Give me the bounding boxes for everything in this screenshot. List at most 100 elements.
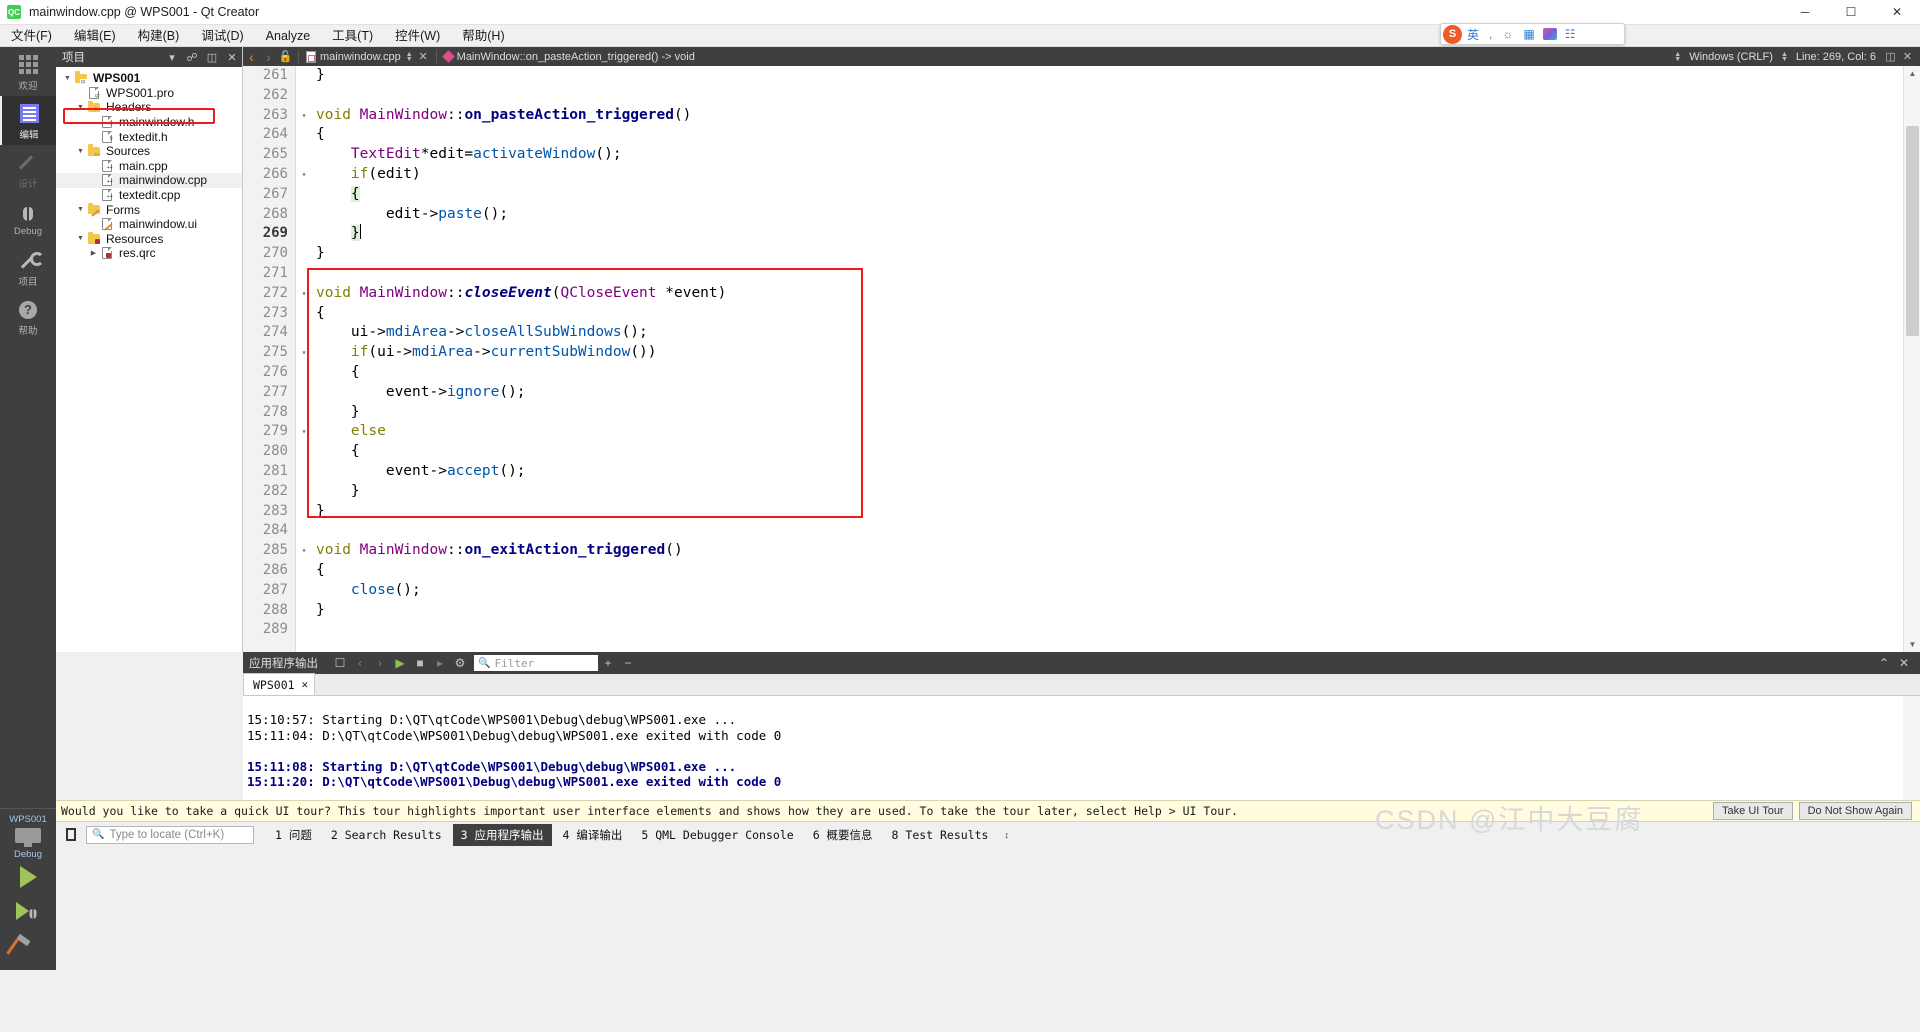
tree-item-textedit-cpp[interactable]: ++ textedit.cpp	[56, 188, 242, 203]
menu-build[interactable]: 构建(B)	[127, 26, 191, 46]
status-tab-8[interactable]: 8 Test Results	[884, 825, 997, 845]
menu-analyze[interactable]: Analyze	[255, 26, 321, 46]
unlock-icon[interactable]: 🔓	[277, 50, 294, 63]
code-line[interactable]: {	[311, 185, 1903, 205]
remove-filter-button[interactable]: −	[618, 656, 638, 670]
close-icon[interactable]: ✕	[295, 678, 309, 691]
code-line[interactable]: }	[311, 482, 1903, 502]
menu-help[interactable]: 帮助(H)	[451, 26, 515, 46]
chevron-down-icon[interactable]: ▼	[75, 235, 86, 242]
nav-forward-button[interactable]: ›	[260, 49, 277, 65]
take-ui-tour-button[interactable]: Take UI Tour	[1713, 802, 1793, 820]
output-tab-expander[interactable]: ↕	[996, 830, 1017, 840]
next-item-icon[interactable]: ›	[370, 656, 390, 670]
ime-mode-label[interactable]: 英	[1462, 26, 1484, 43]
comma-icon[interactable]: ,	[1484, 27, 1497, 41]
code-line[interactable]: edit->paste();	[311, 205, 1903, 225]
chevron-down-icon[interactable]: ▼	[75, 206, 86, 213]
code-line[interactable]: TextEdit*edit=activateWindow();	[311, 145, 1903, 165]
status-tab-4[interactable]: 4 编译输出	[555, 824, 631, 846]
status-tab-3[interactable]: 3 应用程序输出	[452, 823, 552, 846]
chevron-down-icon[interactable]: ▼	[75, 148, 86, 155]
open-documents-combo[interactable]: mainwindow.cpp	[303, 47, 404, 66]
add-filter-button[interactable]: +	[598, 656, 618, 670]
menu-edit[interactable]: 编辑(E)	[63, 26, 127, 46]
menu-tools[interactable]: 工具(T)	[321, 26, 384, 46]
tree-item-sources[interactable]: ▼ Sources	[56, 144, 242, 159]
code-line[interactable]: {	[311, 125, 1903, 145]
output-vertical-scrollbar[interactable]	[1903, 696, 1920, 800]
code-line[interactable]: {	[311, 304, 1903, 324]
fold-toggle-icon[interactable]: ▾	[297, 422, 311, 442]
code-folding-bar[interactable]: ▾ ▾ ▾ ▾ ▾ ▾	[297, 66, 311, 652]
code-line[interactable]	[311, 264, 1903, 284]
fold-toggle-icon[interactable]: ▾	[297, 106, 311, 126]
code-line[interactable]: }	[311, 244, 1903, 264]
code-line[interactable]: if(ui->mdiArea->currentSubWindow())	[311, 343, 1903, 363]
tree-item-forms[interactable]: ▼ Forms	[56, 202, 242, 217]
split-editor-button[interactable]: ◫	[1882, 50, 1899, 63]
minimize-button[interactable]: ─	[1782, 0, 1828, 25]
stop-icon[interactable]: ■	[410, 656, 430, 670]
code-editor[interactable]: 261 262 263 264 265 266 267 268 269 270 271 272 273 2…	[243, 66, 1903, 652]
close-output-button[interactable]: ✕	[1894, 656, 1914, 670]
close-button[interactable]: ✕	[1874, 0, 1920, 25]
scroll-down-arrow[interactable]: ▼	[1904, 637, 1920, 652]
tree-item-mainwindow-ui[interactable]: mainwindow.ui	[56, 217, 242, 232]
code-line[interactable]: void MainWindow::on_pasteAction_triggere…	[311, 106, 1903, 126]
status-tab-2[interactable]: 2 Search Results	[323, 825, 450, 845]
build-button[interactable]	[0, 928, 56, 962]
fold-toggle-icon[interactable]: ▾	[297, 284, 311, 304]
mic-icon[interactable]: ☼	[1497, 27, 1518, 41]
code-line[interactable]: void MainWindow::closeEvent(QCloseEvent …	[311, 284, 1903, 304]
code-line[interactable]: if(edit)	[311, 165, 1903, 185]
code-line[interactable]: }	[311, 403, 1903, 423]
tree-item-resources[interactable]: ▼ Resources	[56, 232, 242, 247]
close-icon[interactable]: ✕	[222, 51, 242, 64]
status-tab-1[interactable]: 1 问题	[267, 824, 320, 846]
close-document-button[interactable]: ✕	[415, 50, 432, 63]
kit-selector[interactable]: WPS001 Debug	[0, 808, 56, 860]
prev-item-icon[interactable]: ‹	[350, 656, 370, 670]
output-tab[interactable]: WPS001 ✕	[243, 673, 316, 695]
editor-vertical-scrollbar[interactable]: ▲ ▼	[1903, 66, 1920, 652]
tree-item-wps001[interactable]: ▼ WPS001	[56, 71, 242, 86]
scrollbar-thumb[interactable]	[1906, 126, 1919, 336]
split-icon[interactable]: ◫	[202, 51, 222, 64]
code-line[interactable]: else	[311, 422, 1903, 442]
code-line[interactable]: }	[311, 66, 1903, 86]
link-icon[interactable]: ☍	[182, 51, 202, 64]
do-not-show-again-button[interactable]: Do Not Show Again	[1798, 802, 1912, 820]
code-line[interactable]: {	[311, 363, 1903, 383]
tree-item-wps001-pro[interactable]: Qt WPS001.pro	[56, 86, 242, 101]
settings-gear-icon[interactable]: ⚙	[450, 656, 470, 670]
output-filter-input[interactable]: 🔍 Filter	[474, 655, 598, 671]
encoding-spin[interactable]: ▲ ▼	[1779, 51, 1790, 63]
clear-icon[interactable]: ☐	[330, 656, 350, 670]
chevron-down-icon[interactable]: ▼	[75, 104, 86, 111]
apps-icon[interactable]: ☷	[1560, 27, 1581, 41]
code-line[interactable]: }	[311, 502, 1903, 522]
mode-item-5[interactable]: ? 帮助	[0, 292, 56, 341]
tree-item-res-qrc[interactable]: ▶ res.qrc	[56, 246, 242, 261]
code-line[interactable]: {	[311, 561, 1903, 581]
fold-toggle-icon[interactable]: ▾	[297, 165, 311, 185]
tree-item-textedit-h[interactable]: h textedit.h	[56, 129, 242, 144]
editor-close-button[interactable]: ✕	[1899, 50, 1916, 63]
code-line[interactable]: {	[311, 442, 1903, 462]
tree-item-mainwindow-h[interactable]: h mainwindow.h	[56, 115, 242, 130]
code-text-area[interactable]: }void MainWindow::on_pasteAction_trigger…	[311, 66, 1903, 652]
code-line[interactable]: void MainWindow::on_exitAction_triggered…	[311, 541, 1903, 561]
menu-debug[interactable]: 调试(D)	[190, 26, 254, 46]
status-tab-5[interactable]: 5 QML Debugger Console	[633, 825, 801, 845]
tree-item-headers[interactable]: ▼ Headers	[56, 100, 242, 115]
code-line[interactable]: event->accept();	[311, 462, 1903, 482]
debug-button[interactable]	[0, 894, 56, 928]
code-line[interactable]	[311, 86, 1903, 106]
rerun-icon[interactable]: ▶	[390, 656, 410, 670]
mode-item-3[interactable]: Debug	[0, 194, 56, 243]
code-line[interactable]	[311, 521, 1903, 541]
attach-icon[interactable]: ▸	[430, 656, 450, 670]
menu-window[interactable]: 控件(W)	[384, 26, 451, 46]
code-line[interactable]	[311, 620, 1903, 640]
